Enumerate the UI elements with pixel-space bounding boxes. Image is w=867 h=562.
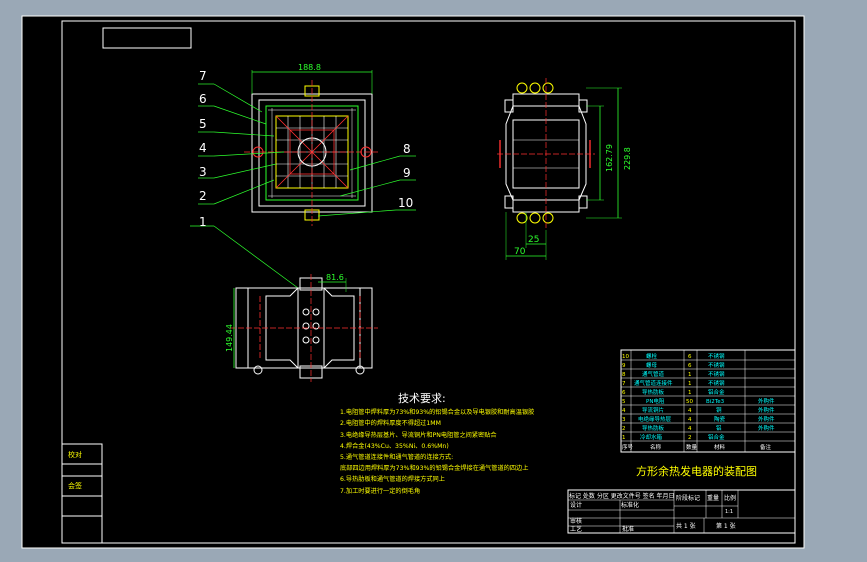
- bom-name-1: 冷却水箱: [640, 433, 663, 441]
- dim-bottom-width: 81.6: [326, 273, 344, 282]
- bom-no-5: 5: [622, 399, 626, 405]
- side-label-sign: 会签: [68, 481, 82, 490]
- part-no-10: 10: [398, 196, 413, 210]
- bom-no-3: 3: [622, 417, 626, 423]
- bom-qty-5: 50: [686, 399, 693, 405]
- part-no-1: 1: [199, 215, 207, 229]
- bom-no-9: 9: [622, 363, 626, 369]
- bom-note-4: 外购件: [758, 406, 775, 414]
- title-block-standard: 标准化: [621, 501, 639, 509]
- title-block-process: 工艺: [570, 525, 582, 533]
- dim-side-height2: 229.8: [623, 147, 632, 170]
- dim-side-70: 70: [514, 247, 526, 257]
- bom-mat-3: 陶瓷: [714, 415, 726, 423]
- title-block-stage: 阶段标记: [676, 494, 700, 502]
- bom-qty-4: 4: [688, 408, 692, 414]
- bom-mat-10: 不锈钢: [708, 352, 725, 360]
- bom-mat-5: Bi2Te3: [706, 399, 725, 405]
- part-no-6: 6: [199, 92, 207, 106]
- bom-note-3: 外购件: [758, 415, 775, 423]
- bom-mat-6: 铝合金: [708, 388, 725, 396]
- bom-qty-6: 1: [688, 390, 692, 396]
- bom-no-2: 2: [622, 426, 626, 432]
- part-no-8: 8: [403, 142, 411, 156]
- bom-name-2: 导热肋板: [642, 424, 665, 432]
- dim-side-25: 25: [528, 235, 539, 245]
- title-block-weight: 重量: [707, 494, 719, 502]
- drawing-canvas: 校对 会签 188.8 7 6 5 4 3 2 1 8 9 10 162.79 …: [0, 0, 867, 562]
- tech-req-line-7: 6.导热肋板和通气管道的焊接方式同上: [340, 475, 445, 483]
- title-block-review: 审核: [570, 517, 582, 525]
- dim-top-width: 188.8: [298, 63, 321, 72]
- dim-side-height1: 162.79: [605, 144, 614, 172]
- bom-header-no: 序号: [622, 443, 634, 451]
- bom-name-7: 通气管道连接件: [634, 379, 673, 387]
- title-block-revision-row: 标记 处数 分区 更改文件号 签名 年月日: [569, 492, 675, 500]
- bom-note-5: 外购件: [758, 397, 775, 405]
- bom-qty-2: 4: [688, 426, 692, 432]
- bom-qty-7: 1: [688, 381, 692, 387]
- tech-req-line-1: 1.电阻管中焊料厚为73%和93%的铅锡合金以及导电银胶和耐高温银胶: [340, 408, 534, 416]
- bom-name-10: 螺栓: [646, 352, 658, 360]
- bom-no-1: 1: [622, 435, 626, 441]
- bom-mat-7: 不锈钢: [708, 379, 725, 387]
- side-label-check: 校对: [68, 450, 82, 459]
- bom-qty-9: 6: [688, 363, 692, 369]
- part-no-9: 9: [403, 166, 411, 180]
- tech-req-line-2: 2.电阻管中的焊料厚度不得超过1MM: [340, 419, 441, 427]
- bom-no-6: 6: [622, 390, 626, 396]
- bom-mat-1: 铝合金: [708, 433, 725, 441]
- bom-header-note: 备注: [760, 443, 772, 451]
- title-block-sheet: 第 1 张: [716, 522, 736, 530]
- bom-name-8: 通气管道: [642, 370, 665, 378]
- part-no-3: 3: [199, 165, 207, 179]
- drawing-title: 方形余热发电器的装配图: [636, 464, 757, 478]
- part-no-5: 5: [199, 117, 207, 131]
- bom-no-7: 7: [622, 381, 626, 387]
- title-block-sheets: 共 1 张: [676, 522, 696, 530]
- title-block-scale-value: 1:1: [725, 509, 733, 515]
- part-no-7: 7: [199, 69, 207, 83]
- bom-mat-8: 不锈钢: [708, 370, 725, 378]
- bom-name-4: 导流铜片: [642, 406, 664, 414]
- tech-req-line-8: 7.加工时要进行一定的倒毛角: [340, 487, 420, 495]
- tech-req-line-5: 5.通气管道连接件和通气管道的连接方式:: [340, 453, 453, 461]
- title-block-approve: 批准: [622, 525, 634, 533]
- title-block-design: 设计: [570, 501, 582, 509]
- bom-name-6: 导热肋板: [642, 388, 665, 396]
- dim-bottom-height: 149.44: [225, 324, 234, 352]
- bom-qty-10: 6: [688, 354, 692, 360]
- drawing-svg: 校对 会签 188.8 7 6 5 4 3 2 1 8 9 10 162.79 …: [21, 15, 805, 549]
- bom-mat-4: 铜: [716, 406, 722, 414]
- bom-name-5: PN电阻: [646, 397, 665, 405]
- part-no-4: 4: [199, 141, 207, 155]
- bom-name-3: 电绝缘导热层: [638, 415, 672, 423]
- bom-no-8: 8: [622, 372, 626, 378]
- tech-req-line-4: 4.焊合金(43%Cu、35%Ni、0.6%Mn): [340, 442, 449, 450]
- bom-qty-3: 4: [688, 417, 692, 423]
- bom-header-name: 名称: [650, 443, 662, 451]
- bom-header-qty: 数量: [686, 443, 698, 451]
- bom-mat-2: 铝: [716, 424, 722, 432]
- bom-name-9: 螺母: [646, 361, 658, 369]
- bom-qty-1: 2: [688, 435, 692, 441]
- title-block-scale: 比例: [724, 494, 736, 502]
- bom-qty-8: 1: [688, 372, 692, 378]
- bom-no-4: 4: [622, 408, 626, 414]
- tech-req-line-3: 3.电绝缘导热层基片、导流铜片和PN电阻管之间紧密贴合: [340, 431, 497, 439]
- part-no-2: 2: [199, 189, 207, 203]
- tech-req-line-6: 底部四边用焊料厚为73%和93%的铅锡合金焊接在通气管道的四边上: [340, 464, 528, 472]
- bom-no-10: 10: [622, 354, 629, 360]
- tech-req-title: 技术要求:: [398, 392, 446, 405]
- bom-note-2: 外购件: [758, 424, 775, 432]
- bom-header-mat: 材料: [714, 443, 726, 451]
- bom-mat-9: 不锈钢: [708, 361, 725, 369]
